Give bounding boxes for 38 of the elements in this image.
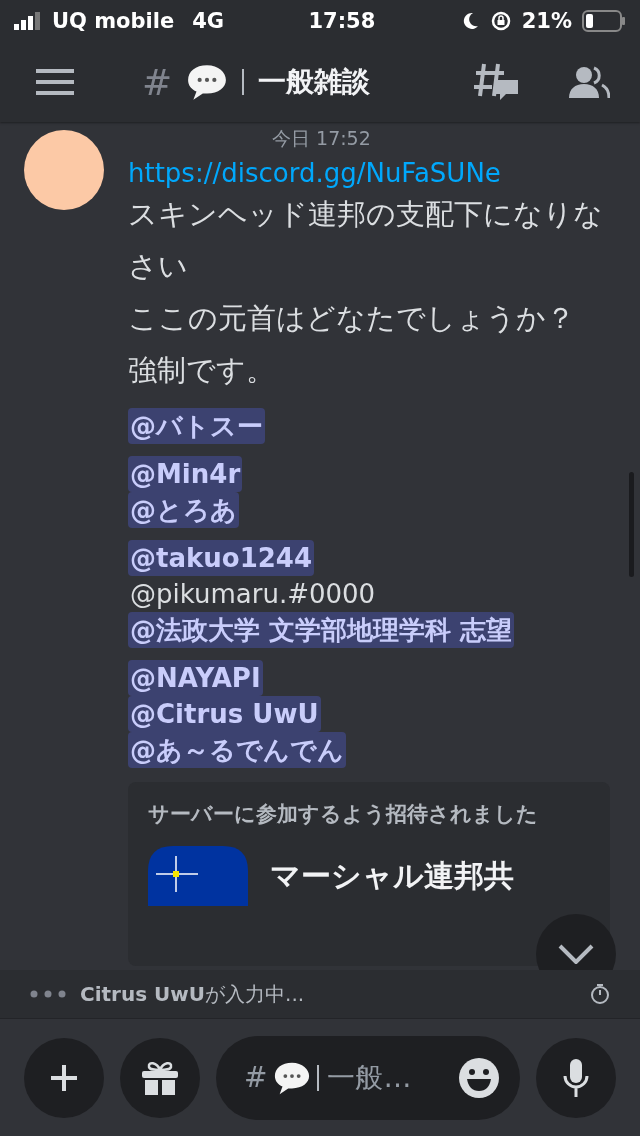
members-icon[interactable] — [568, 65, 610, 99]
message-text: 強制です。 — [128, 352, 276, 389]
signal-icon — [14, 12, 42, 30]
channel-hash: # — [142, 61, 173, 103]
invite-heading: サーバーに参加するよう招待されました — [148, 801, 539, 828]
message-input[interactable]: 一般… — [325, 1060, 452, 1095]
message-timestamp: 今日 17:52 — [272, 126, 372, 151]
user-mention[interactable]: @Min4r — [128, 456, 243, 492]
battery-percentage: 21% — [521, 9, 572, 33]
user-mention[interactable]: @NAYAPI — [128, 660, 263, 696]
typing-indicator: Citrus UwUが入力中... — [80, 980, 305, 1008]
message-text: ここの元首はどなたでしょうか？ — [128, 300, 576, 337]
carrier-name: UQ mobile — [52, 9, 175, 33]
battery-icon — [582, 10, 626, 32]
emoji-icon[interactable] — [458, 1056, 500, 1099]
plus-icon — [49, 1062, 79, 1093]
user-mention[interactable]: @takuo1244 — [128, 540, 314, 576]
user-mention[interactable]: @あ～るでんでん — [128, 732, 346, 768]
network-type: 4G — [192, 9, 225, 33]
user-mention[interactable]: @Citrus UwU — [128, 696, 321, 732]
clock-time: 17:58 — [308, 9, 376, 33]
invite-link[interactable]: https://discord.gg/NuFaSUNe — [128, 158, 608, 188]
user-mention[interactable]: @バトスー — [128, 408, 265, 444]
message-field[interactable]: # 一般… — [216, 1035, 520, 1120]
chevron-down-icon — [558, 944, 594, 964]
channel-hash: # — [244, 1061, 268, 1094]
user-mention[interactable]: @とろあ — [128, 492, 239, 528]
message-text: @pikumaru.#0000 — [129, 578, 377, 611]
threads-icon[interactable] — [474, 62, 520, 102]
user-mention[interactable]: @法政大学 文学部地理学科 志望 — [128, 612, 515, 648]
menu-icon[interactable] — [36, 69, 74, 95]
rotation-lock-icon — [489, 10, 512, 32]
channel-title: 一般雑談 — [258, 64, 371, 100]
message-text: スキンヘッド連邦の支配下になりなさい — [128, 196, 604, 285]
server-flag-icon — [148, 846, 248, 906]
server-name: マーシャル連邦共 — [270, 856, 514, 895]
microphone-icon — [562, 1057, 590, 1098]
timer-icon — [590, 983, 610, 1005]
